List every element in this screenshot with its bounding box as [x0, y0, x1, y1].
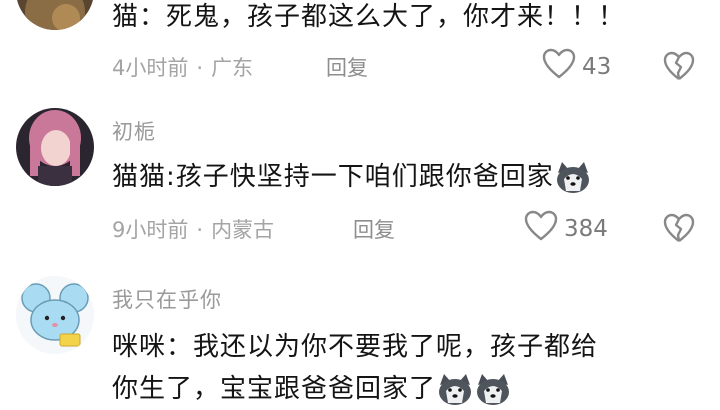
- avatar[interactable]: [16, 108, 94, 186]
- comment-location: 内蒙古: [211, 218, 275, 242]
- heart-outline-icon: [542, 48, 576, 86]
- heart-outline-icon: [524, 210, 558, 248]
- husky-dog-emoji-icon: [554, 161, 592, 195]
- comment-text: 咪咪：我还以为你不要我了呢，孩子都给: [112, 332, 599, 362]
- reply-button[interactable]: 回复: [353, 214, 395, 244]
- like-button[interactable]: 43: [542, 48, 611, 86]
- cartoon-mouse-avatar[interactable]: [16, 276, 94, 354]
- avatar[interactable]: [16, 0, 94, 30]
- broken-heart-icon: [663, 212, 695, 244]
- comment-text: 猫：死鬼，孩子都这么大了，你才来！！！: [112, 2, 626, 32]
- dislike-button[interactable]: [663, 212, 695, 244]
- like-button[interactable]: 384: [524, 210, 608, 248]
- comment-username[interactable]: 初栀: [112, 116, 156, 146]
- husky-dog-emoji-icon: [436, 373, 474, 407]
- broken-heart-icon: [663, 50, 695, 82]
- dislike-button[interactable]: [663, 50, 695, 82]
- comment-text: 猫猫:孩子快坚持一下咱们跟你爸回家: [112, 156, 592, 198]
- reply-button[interactable]: 回复: [326, 52, 368, 82]
- comment-meta: 4小时前 · 广东: [112, 56, 254, 80]
- comment-text: 你生了，宝宝跟爸爸回家了: [112, 368, 512, 410]
- comment-meta: 9小时前 · 内蒙古: [112, 218, 275, 242]
- comment-time: 4小时前: [112, 56, 189, 80]
- comment-username[interactable]: 我只在乎你: [112, 284, 222, 314]
- like-count: 43: [582, 54, 612, 80]
- like-count: 384: [564, 216, 608, 242]
- comment-location: 广东: [211, 56, 254, 80]
- comment-time: 9小时前: [112, 218, 189, 242]
- husky-dog-emoji-icon: [474, 373, 512, 407]
